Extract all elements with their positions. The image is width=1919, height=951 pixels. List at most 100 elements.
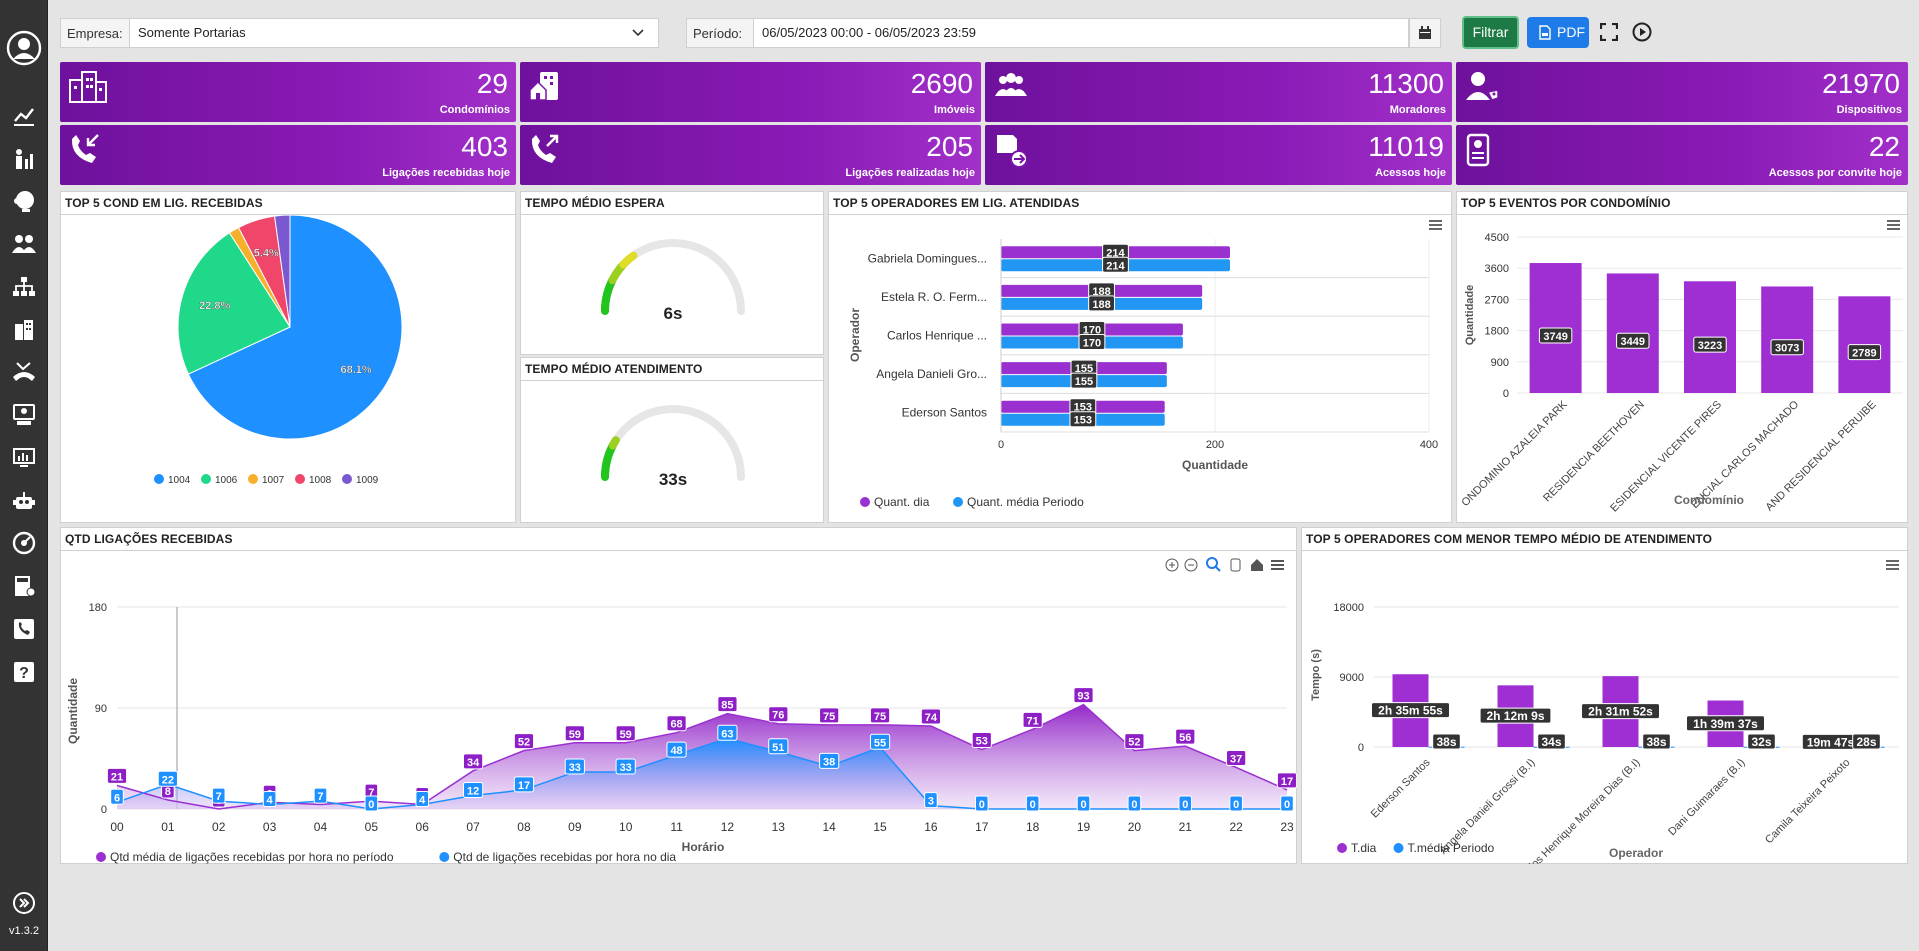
card-atendimento: TEMPO MÉDIO ATENDIMENTO 33s (520, 357, 824, 523)
kpi-value: 2690 (910, 68, 973, 99)
x-tick: 18 (1026, 820, 1040, 834)
x-axis-title: Condomínio (1674, 493, 1744, 507)
help-icon[interactable]: ? (10, 658, 38, 686)
monitor-chart-icon[interactable] (10, 444, 38, 472)
pdf-button[interactable]: PDF (1527, 17, 1589, 48)
app-version: v1.3.2 (9, 925, 39, 937)
y-tick: 1800 (1485, 326, 1509, 338)
point-label-dia: 4 (415, 791, 430, 808)
pie-data-label: 22.8% (199, 300, 230, 312)
kpi-value: 11300 (1368, 68, 1444, 99)
point-label-dia-text: 4 (419, 795, 426, 807)
point-label-media: 34 (462, 753, 484, 770)
operator-headset-icon[interactable] (10, 187, 38, 215)
x-axis-title: Horário (682, 840, 725, 854)
x-tick: 19 (1077, 820, 1091, 834)
access-door-icon (997, 135, 1028, 168)
play-icon[interactable] (1632, 22, 1652, 42)
bar-label-tmedia: 38s (1642, 733, 1671, 750)
point-label-dia: 17 (513, 776, 535, 793)
point-label-media: 93 (1073, 687, 1094, 704)
kpi-tile: 22 Acessos por convite hoje (1456, 125, 1908, 185)
point-label-media-text: 34 (467, 757, 480, 769)
menu-icon (1429, 220, 1442, 230)
legend-label-1009: 1009 (356, 475, 379, 486)
card-espera: TEMPO MÉDIO ESPERA 6s (520, 191, 824, 355)
people-stats-icon[interactable] (10, 145, 38, 173)
point-label-dia: 33 (615, 758, 636, 775)
legend-marker (953, 497, 963, 507)
bar-label-text: 3749 (1543, 331, 1567, 343)
point-label-dia-text: 17 (518, 780, 530, 792)
bar-label: 188 (1088, 295, 1115, 312)
fullscreen-icon[interactable] (1600, 23, 1618, 41)
point-label-dia: 7 (211, 787, 226, 804)
calendar-icon (1419, 26, 1431, 39)
expand-icon[interactable] (10, 889, 38, 917)
gauge-value: 33s (659, 470, 687, 489)
empresa-select[interactable]: Somente Portarias (129, 18, 659, 48)
bar-label-tmedia-text: 38s (1436, 735, 1456, 749)
property-building-icon (529, 72, 558, 101)
user-avatar-icon[interactable] (6, 30, 42, 66)
x-tick: 02 (212, 820, 226, 834)
x-category: Dani Guimaraes (B.I) (1666, 757, 1748, 839)
point-label-dia-text: 0 (1080, 799, 1086, 811)
point-label-dia: 12 (462, 782, 484, 799)
point-label-dia: 63 (717, 724, 738, 741)
missed-call-icon[interactable] (10, 358, 38, 386)
robot-icon[interactable] (10, 487, 38, 515)
y-axis-title: Quantidade (66, 678, 80, 744)
point-label-media-text: 8 (165, 786, 171, 798)
calendar-button[interactable] (1409, 18, 1441, 48)
point-label-media: 59 (615, 725, 636, 742)
residents-group-icon (995, 73, 1027, 96)
point-label-dia-text: 51 (772, 742, 784, 754)
point-label-media: 37 (1226, 749, 1247, 766)
point-label-dia: 0 (1076, 795, 1091, 812)
point-label-media-text: 85 (721, 700, 733, 712)
x-tick: 00 (110, 820, 124, 834)
periodo-input[interactable]: 06/05/2023 00:00 - 06/05/2023 23:59 (753, 18, 1409, 48)
calculator-icon[interactable] (10, 572, 38, 600)
y-tick: 0 (101, 804, 107, 816)
phone-list-icon[interactable] (10, 615, 38, 643)
periodo-label: Período: (686, 18, 754, 48)
point-label-media-text: 93 (1077, 691, 1089, 703)
x-tick: 07 (466, 820, 480, 834)
kpi-label: Ligações recebidas hoje (382, 167, 510, 179)
point-label-dia-text: 55 (874, 737, 886, 749)
x-tick: 15 (873, 820, 887, 834)
bar-label: 214 (1102, 256, 1129, 273)
org-chart-icon[interactable] (10, 273, 38, 301)
point-label-dia: 0 (1229, 795, 1243, 812)
filtrar-button[interactable]: Filtrar (1462, 16, 1519, 49)
x-tick: 04 (314, 820, 328, 834)
bar-label: 3449 (1616, 332, 1650, 349)
point-label-media-text: 74 (925, 712, 938, 724)
card-eventos: TOP 5 EVENTOS POR CONDOMÍNIO 0 900 1800 270… (1456, 191, 1908, 523)
point-label-dia: 6 (110, 788, 124, 805)
point-label-media-text: 53 (976, 736, 988, 748)
bar-label-text: 3223 (1698, 340, 1722, 352)
point-label-dia-text: 22 (162, 774, 174, 786)
legend-marker-1004 (154, 474, 164, 484)
support-desk-icon[interactable] (10, 401, 38, 429)
legend-marker (1393, 843, 1404, 853)
gauge-icon[interactable] (10, 529, 38, 557)
point-label-media-text: 71 (1027, 715, 1039, 727)
point-label-media: 68 (666, 715, 687, 732)
invite-badge-icon (1466, 133, 1490, 167)
point-label-media-text: 21 (111, 771, 123, 783)
legend-label: Quant. média Periodo (967, 495, 1084, 509)
legend-marker-1007 (248, 474, 258, 484)
x-tick: 16 (924, 820, 938, 834)
x-axis-title: Operador (1609, 846, 1663, 860)
x-category: Ederson Santos (1369, 756, 1433, 820)
users-group-icon[interactable] (10, 230, 38, 258)
card-eventos-title: TOP 5 EVENTOS POR CONDOMÍNIO (1461, 196, 1671, 210)
y-category: Carlos Henrique ... (887, 329, 987, 343)
dashboard-chart-icon[interactable] (10, 102, 38, 130)
building-icon[interactable] (10, 316, 38, 344)
card-operadores-title: TOP 5 OPERADORES EM LIG. ATENDIDAS (833, 196, 1080, 210)
